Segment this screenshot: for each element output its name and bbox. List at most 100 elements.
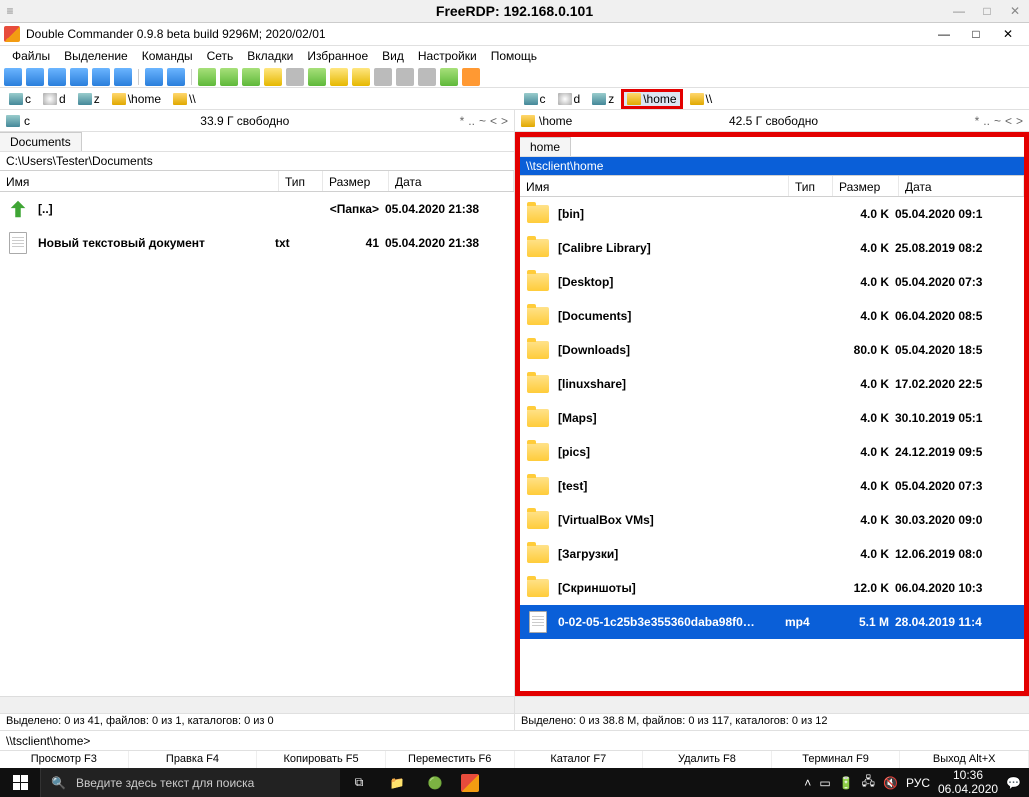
- menu-избранное[interactable]: Избранное: [301, 47, 374, 65]
- tb-icon[interactable]: [26, 68, 44, 86]
- fnkey-button[interactable]: Удалить F8: [643, 751, 772, 768]
- list-item[interactable]: [Загрузки]4.0 K12.06.2019 08:0: [520, 537, 1024, 571]
- list-item[interactable]: [Documents]4.0 K06.04.2020 08:5: [520, 299, 1024, 333]
- search-input[interactable]: 🔍 Введите здесь текст для поиска: [40, 768, 340, 797]
- tb-icon[interactable]: [352, 68, 370, 86]
- menu-помощь[interactable]: Помощь: [485, 47, 543, 65]
- chevron-up-icon[interactable]: ˄: [804, 776, 811, 790]
- menu-команды[interactable]: Команды: [136, 47, 199, 65]
- fwd-button[interactable]: >: [501, 114, 508, 128]
- drive-home[interactable]: \home: [107, 90, 166, 108]
- list-item[interactable]: Новый текстовый документtxt4105.04.2020 …: [0, 226, 514, 260]
- list-item[interactable]: [Maps]4.0 K30.10.2019 05:1: [520, 401, 1024, 435]
- menu-вид[interactable]: Вид: [376, 47, 410, 65]
- fnkey-button[interactable]: Каталог F7: [515, 751, 644, 768]
- back-button[interactable]: <: [490, 114, 497, 128]
- menu-настройки[interactable]: Настройки: [412, 47, 483, 65]
- col-size[interactable]: Размер: [323, 171, 389, 191]
- network-icon[interactable]: 🖧: [862, 772, 875, 793]
- tb-icon[interactable]: [48, 68, 66, 86]
- list-item[interactable]: [..]<Папка>05.04.2020 21:38: [0, 192, 514, 226]
- drive-[interactable]: \\: [168, 90, 201, 108]
- drive-c[interactable]: c: [519, 90, 551, 108]
- volume-icon[interactable]: 🔇: [883, 776, 898, 790]
- list-item[interactable]: [Desktop]4.0 K05.04.2020 07:3: [520, 265, 1024, 299]
- tb-icon[interactable]: [167, 68, 185, 86]
- updir-button[interactable]: ..: [468, 114, 475, 128]
- col-ext[interactable]: Тип: [789, 176, 833, 196]
- fwd-button[interactable]: >: [1016, 114, 1023, 128]
- language-indicator[interactable]: РУС: [906, 776, 930, 790]
- list-item[interactable]: [Calibre Library]4.0 K25.08.2019 08:2: [520, 231, 1024, 265]
- terminal-icon[interactable]: [418, 68, 436, 86]
- list-item[interactable]: [test]4.0 K05.04.2020 07:3: [520, 469, 1024, 503]
- fnkey-button[interactable]: Переместить F6: [386, 751, 515, 768]
- home-button[interactable]: ~: [994, 114, 1001, 128]
- scrollbar-horizontal[interactable]: [515, 696, 1029, 713]
- tb-icon[interactable]: [220, 68, 238, 86]
- drive-d[interactable]: d: [553, 90, 586, 108]
- refresh-icon[interactable]: [4, 68, 22, 86]
- rdp-close-icon[interactable]: ✕: [1001, 0, 1029, 23]
- dc-close-icon[interactable]: ✕: [999, 27, 1017, 41]
- list-item[interactable]: [VirtualBox VMs]4.0 K30.03.2020 09:0: [520, 503, 1024, 537]
- col-name[interactable]: Имя: [0, 171, 279, 191]
- menu-сеть[interactable]: Сеть: [201, 47, 240, 65]
- file-list[interactable]: [..]<Папка>05.04.2020 21:38Новый текстов…: [0, 192, 514, 696]
- rdp-minimize-icon[interactable]: —: [945, 0, 973, 23]
- tb-icon[interactable]: [264, 68, 282, 86]
- scrollbar-horizontal[interactable]: [0, 696, 514, 713]
- column-headers[interactable]: Имя Тип Размер Дата: [0, 170, 514, 192]
- fnkey-button[interactable]: Копировать F5: [257, 751, 386, 768]
- tb-icon[interactable]: [440, 68, 458, 86]
- col-date[interactable]: Дата: [899, 176, 1024, 196]
- explorer-icon[interactable]: 📁: [378, 768, 416, 797]
- command-line[interactable]: \\tsclient\home>: [0, 730, 1029, 750]
- list-item[interactable]: [Downloads]80.0 K05.04.2020 18:5: [520, 333, 1024, 367]
- fav-button[interactable]: *: [460, 114, 465, 128]
- tb-icon[interactable]: [198, 68, 216, 86]
- fnkey-button[interactable]: Выход Alt+X: [900, 751, 1029, 768]
- list-item[interactable]: [linuxshare]4.0 K17.02.2020 22:5: [520, 367, 1024, 401]
- rdp-menu-icon[interactable]: ≡: [0, 0, 20, 23]
- tb-icon[interactable]: [308, 68, 326, 86]
- fnkey-button[interactable]: Правка F4: [129, 751, 258, 768]
- col-date[interactable]: Дата: [389, 171, 514, 191]
- back-button[interactable]: <: [1005, 114, 1012, 128]
- tb-icon[interactable]: [330, 68, 348, 86]
- start-button[interactable]: [0, 768, 40, 797]
- notifications-icon[interactable]: 💬: [1006, 776, 1021, 790]
- drive-z[interactable]: z: [587, 90, 619, 108]
- col-name[interactable]: Имя: [520, 176, 789, 196]
- column-headers[interactable]: Имя Тип Размер Дата: [520, 175, 1024, 197]
- menu-вкладки[interactable]: Вкладки: [241, 47, 299, 65]
- menu-выделение[interactable]: Выделение: [58, 47, 134, 65]
- tb-icon[interactable]: [145, 68, 163, 86]
- taskview-icon[interactable]: ⧉: [340, 768, 378, 797]
- file-list[interactable]: [bin]4.0 K05.04.2020 09:1[Calibre Librar…: [520, 197, 1024, 691]
- tb-icon[interactable]: [70, 68, 88, 86]
- tray-icon[interactable]: ▭: [819, 776, 830, 790]
- col-size[interactable]: Размер: [833, 176, 899, 196]
- fav-button[interactable]: *: [975, 114, 980, 128]
- tb-icon[interactable]: [462, 68, 480, 86]
- chrome-icon[interactable]: 🟢: [416, 768, 454, 797]
- dc-maximize-icon[interactable]: □: [967, 27, 985, 41]
- updir-button[interactable]: ..: [983, 114, 990, 128]
- battery-icon[interactable]: 🔋: [839, 776, 854, 790]
- drive-home[interactable]: \home: [621, 89, 682, 109]
- list-item[interactable]: [Скриншоты]12.0 K06.04.2020 10:3: [520, 571, 1024, 605]
- clock[interactable]: 10:36 06.04.2020: [938, 769, 998, 795]
- fnkey-button[interactable]: Просмотр F3: [0, 751, 129, 768]
- search-icon[interactable]: [374, 68, 392, 86]
- tab-home[interactable]: home: [520, 137, 571, 156]
- drive-c[interactable]: c: [4, 90, 36, 108]
- tb-icon[interactable]: [396, 68, 414, 86]
- dc-taskbar-icon[interactable]: [454, 768, 492, 797]
- list-item[interactable]: [bin]4.0 K05.04.2020 09:1: [520, 197, 1024, 231]
- list-item[interactable]: [pics]4.0 K24.12.2019 09:5: [520, 435, 1024, 469]
- dc-minimize-icon[interactable]: —: [935, 27, 953, 41]
- fnkey-button[interactable]: Терминал F9: [772, 751, 901, 768]
- col-ext[interactable]: Тип: [279, 171, 323, 191]
- drive-d[interactable]: d: [38, 90, 71, 108]
